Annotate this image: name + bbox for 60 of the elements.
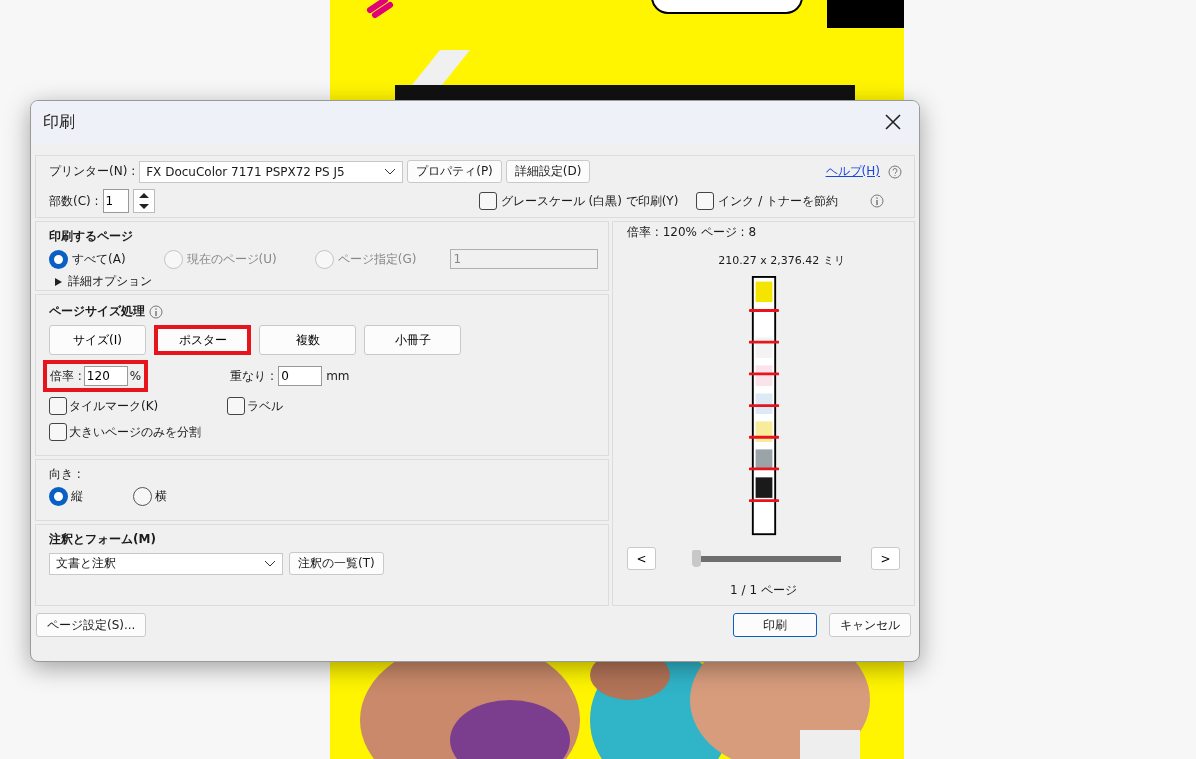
section-heading: 印刷するページ: [49, 228, 134, 245]
chevron-down-icon[interactable]: [264, 559, 276, 568]
dialog-button[interactable]: プロパティ(P): [407, 160, 502, 183]
overlap-label: 重なり :: [230, 367, 275, 385]
expand-arrow-icon[interactable]: [55, 277, 62, 286]
radio-label: すべて(A): [72, 250, 126, 268]
next-page-button[interactable]: >: [871, 547, 900, 570]
radio-label: 縦: [71, 488, 83, 505]
mode-button[interactable]: ポスター: [154, 325, 251, 355]
overlap-field[interactable]: 0: [278, 366, 323, 386]
help-icon: [888, 164, 902, 179]
preview-info: 倍率 : 120% ページ : 8: [627, 224, 757, 241]
checkbox[interactable]: [49, 397, 67, 415]
help-link[interactable]: ヘルプ(H): [825, 163, 880, 180]
printer-dropdown[interactable]: FX DocuColor 7171 PSPX72 PS J5: [139, 160, 404, 183]
window-title: 印刷: [43, 111, 75, 133]
previous-page-button[interactable]: <: [627, 547, 656, 570]
copies-label: 部数(C) :: [49, 192, 99, 210]
slider-thumb[interactable]: [692, 550, 701, 567]
annotation-dropdown[interactable]: 文書と注釈: [49, 552, 283, 575]
printer-label: プリンター(N) :: [49, 163, 136, 180]
checkbox-label: ラベル: [247, 397, 283, 415]
section-heading: 注釈とフォーム(M): [49, 531, 157, 548]
scale-field[interactable]: 120: [83, 366, 128, 386]
print-button[interactable]: 印刷: [733, 613, 817, 637]
mode-button[interactable]: 複数: [259, 325, 356, 355]
checkbox-label: 大きいページのみを分割: [69, 423, 201, 441]
checkbox-label: グレースケール (白黒) で印刷(Y): [500, 192, 679, 210]
checkbox-label: インク / トナーを節約: [718, 192, 838, 210]
radio-button[interactable]: [133, 487, 152, 506]
mode-button[interactable]: 小冊子: [364, 325, 461, 355]
section-heading: 向き :: [49, 466, 82, 483]
checkbox[interactable]: [696, 192, 715, 210]
cancel-button[interactable]: キャンセル: [829, 613, 911, 637]
info-icon: [870, 194, 884, 208]
checkbox[interactable]: [227, 397, 245, 415]
more-options-label[interactable]: 詳細オプション: [68, 273, 152, 290]
radio-label: ページ指定(G): [337, 250, 417, 268]
radio-button[interactable]: [49, 487, 68, 506]
checkbox[interactable]: [478, 192, 497, 210]
close-icon[interactable]: [885, 114, 901, 130]
mode-button[interactable]: サイズ(I): [49, 325, 146, 355]
radio-label: 横: [155, 488, 167, 505]
checkbox[interactable]: [49, 423, 67, 441]
scale-label: 倍率 :: [50, 367, 82, 385]
page-counter: 1 / 1 ページ: [730, 582, 797, 599]
dialog-button[interactable]: 注釈の一覧(T): [289, 552, 384, 575]
copies-field[interactable]: 1: [102, 189, 129, 213]
spinner-icon[interactable]: [132, 189, 155, 213]
info-icon: [149, 304, 163, 319]
dialog-button[interactable]: 詳細設定(D): [505, 160, 591, 183]
unit-label: %: [129, 369, 142, 383]
section-heading: ページサイズ処理: [49, 303, 145, 320]
radio-label: 現在のページ(U): [186, 250, 277, 268]
page-setup-button[interactable]: ページ設定(S)...: [36, 613, 147, 637]
chevron-down-icon[interactable]: [384, 167, 397, 176]
radio-button[interactable]: [49, 249, 68, 269]
unit-label: mm: [326, 369, 350, 383]
page-size-label: 210.27 x 2,376.42 ミリ: [718, 253, 845, 268]
checkbox-label: タイルマーク(K): [69, 397, 159, 415]
